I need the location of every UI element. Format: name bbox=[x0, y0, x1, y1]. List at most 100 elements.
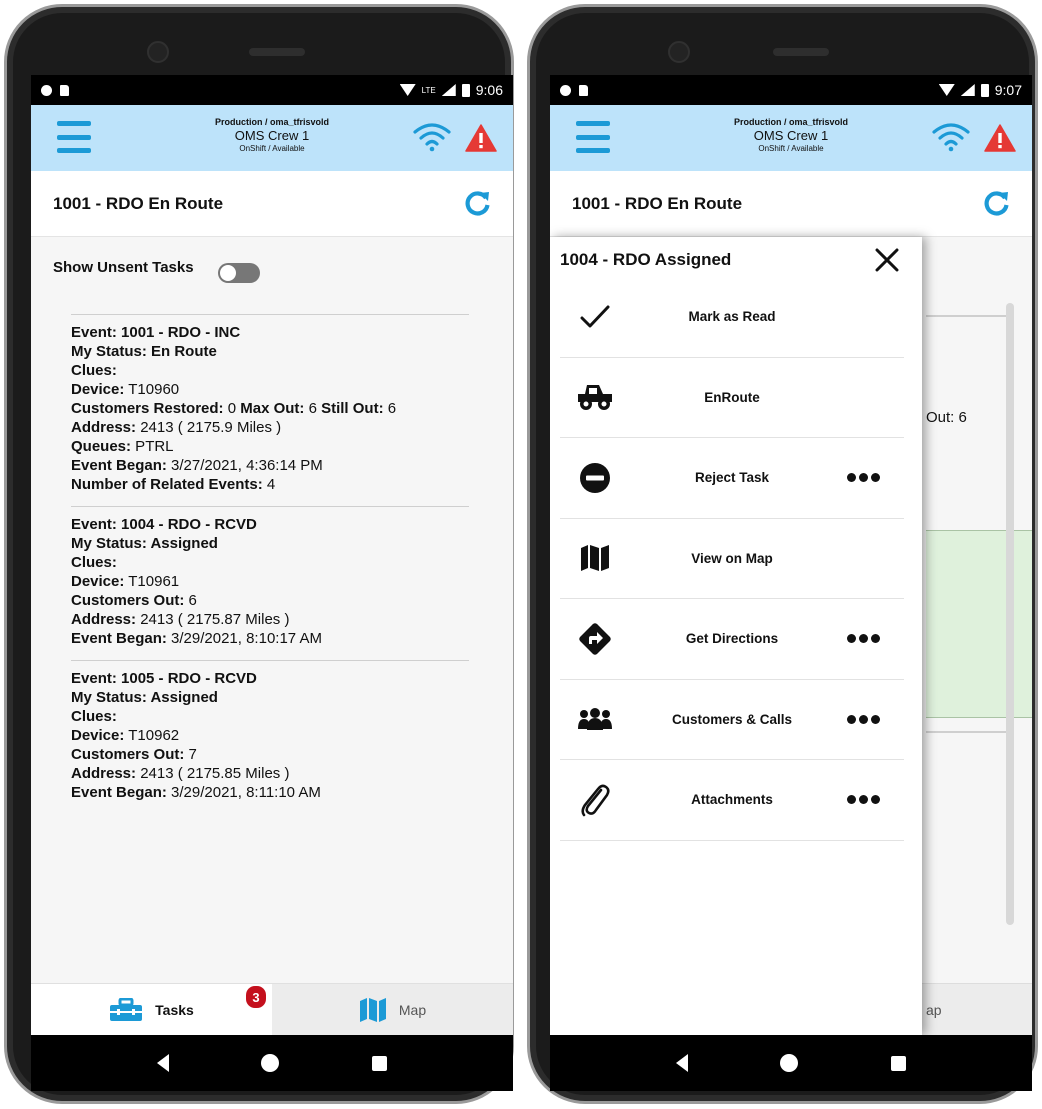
alert-icon[interactable] bbox=[465, 124, 497, 152]
recent-apps-icon[interactable] bbox=[890, 1055, 906, 1071]
menu-item-label: EnRoute bbox=[704, 389, 760, 405]
tab-map-label: ap bbox=[926, 1001, 942, 1018]
close-icon[interactable] bbox=[874, 247, 900, 273]
refresh-icon[interactable] bbox=[465, 190, 491, 216]
paperclip-icon bbox=[560, 782, 630, 818]
notification-icon bbox=[560, 84, 571, 96]
tab-tasks-label: Tasks bbox=[155, 1001, 194, 1018]
drawer-title: 1004 - RDO Assigned bbox=[560, 250, 732, 269]
event-field-label: Customers Restored: bbox=[71, 400, 224, 417]
events-list: Event: 1001 - RDO - INC My Status: En Rou… bbox=[31, 297, 513, 814]
event-card[interactable]: Event: 1001 - RDO - INC My Status: En Rou… bbox=[71, 314, 469, 506]
event-field-label: Event Began: bbox=[71, 457, 167, 474]
show-unsent-toggle[interactable] bbox=[217, 263, 260, 283]
map-icon bbox=[359, 997, 386, 1022]
tab-map[interactable]: Map bbox=[272, 984, 513, 1035]
directions-icon bbox=[560, 621, 630, 657]
event-field-label: Address: bbox=[71, 611, 137, 628]
event-field-value: 3/27/2021, 4:36:14 PM bbox=[166, 457, 323, 474]
event-field-label: Device: bbox=[71, 573, 125, 590]
network-type: LTE bbox=[421, 85, 436, 95]
status-bar: 9:07 bbox=[550, 75, 1032, 105]
more-options-icon[interactable] bbox=[847, 473, 880, 483]
event-field: Event: 1005 - RDO - RCVD bbox=[71, 669, 469, 688]
notification-icon bbox=[41, 84, 52, 96]
event-field-label: Event Began: bbox=[71, 630, 167, 647]
event-field: Address: 2413 ( 2175.9 Miles ) bbox=[71, 418, 469, 437]
event-field-label: Address: bbox=[71, 765, 137, 782]
signal-icon bbox=[441, 84, 456, 96]
menu-item-attachments[interactable]: Attachments bbox=[560, 760, 904, 841]
scrollbar[interactable] bbox=[1006, 303, 1014, 925]
event-field: Event Began: 3/29/2021, 8:11:10 AM bbox=[71, 783, 469, 802]
tab-tasks[interactable]: Tasks 3 bbox=[31, 984, 272, 1035]
still-out-value: Out: 6 bbox=[926, 409, 967, 426]
menu-item-reject-task[interactable]: Reject Task bbox=[560, 438, 904, 519]
menu-item-enroute[interactable]: EnRoute bbox=[560, 358, 904, 438]
menu-item-label: Customers & Calls bbox=[671, 711, 793, 727]
event-field: Device: T10962 bbox=[71, 726, 469, 745]
menu-item-view-on-map[interactable]: View on Map bbox=[560, 519, 904, 599]
event-field: Queues: PTRL bbox=[71, 437, 469, 456]
alert-icon[interactable] bbox=[984, 124, 1016, 152]
refresh-icon[interactable] bbox=[984, 190, 1010, 216]
event-field-label: Event: 1001 - RDO - INC bbox=[71, 324, 241, 341]
event-field-label: My Status: Assigned bbox=[71, 689, 218, 706]
event-field: Clues: bbox=[71, 553, 469, 572]
recent-apps-icon[interactable] bbox=[371, 1055, 387, 1071]
event-card[interactable]: Event: 1005 - RDO - RCVD My Status: Assig… bbox=[71, 660, 469, 814]
event-field: Clues: bbox=[71, 707, 469, 726]
wifi-icon[interactable] bbox=[413, 122, 451, 152]
system-nav-bar bbox=[550, 1035, 1032, 1091]
event-field: Number of Related Events: 4 bbox=[71, 475, 469, 494]
event-field: Address: 2413 ( 2175.87 Miles ) bbox=[71, 610, 469, 629]
event-field-label: Customers Out: bbox=[71, 592, 185, 609]
wifi-icon[interactable] bbox=[932, 122, 970, 152]
home-icon[interactable] bbox=[261, 1054, 280, 1072]
event-field-label: Clues: bbox=[71, 362, 117, 379]
event-field-value: 3/29/2021, 8:11:10 AM bbox=[166, 784, 321, 801]
page-title: 1001 - RDO En Route bbox=[53, 193, 224, 213]
more-options-icon[interactable] bbox=[847, 634, 880, 644]
event-field: My Status: En Route bbox=[71, 342, 469, 361]
event-field: Clues: bbox=[71, 361, 469, 380]
event-field-label: Clues: bbox=[71, 554, 117, 571]
sd-card-icon bbox=[60, 84, 69, 96]
event-field: Device: T10960 bbox=[71, 380, 469, 399]
event-field: Customers Restored: 0 Max Out: 6 Still O… bbox=[71, 399, 469, 418]
back-icon[interactable] bbox=[676, 1054, 689, 1072]
more-options-icon[interactable] bbox=[847, 714, 880, 724]
menu-item-customers-calls[interactable]: Customers & Calls bbox=[560, 680, 904, 760]
event-divider bbox=[926, 315, 1006, 317]
event-field-label: Event: 1005 - RDO - RCVD bbox=[71, 670, 257, 687]
tab-map[interactable]: ap bbox=[920, 983, 1032, 1035]
home-icon[interactable] bbox=[780, 1054, 799, 1072]
event-field-value: T10962 bbox=[124, 727, 180, 744]
event-field-value: 6 bbox=[184, 592, 197, 609]
menu-item-get-directions[interactable]: Get Directions bbox=[560, 599, 904, 680]
menu-item-label: Get Directions bbox=[685, 631, 779, 647]
event-field: My Status: Assigned bbox=[71, 688, 469, 707]
tasks-count-badge: 3 bbox=[246, 986, 266, 1008]
signal-icon bbox=[960, 84, 975, 96]
page-title-bar: 1001 - RDO En Route bbox=[550, 171, 1032, 237]
status-bar: LTE 9:06 bbox=[31, 75, 513, 105]
event-field-label: Device: bbox=[71, 727, 125, 744]
back-icon[interactable] bbox=[157, 1054, 170, 1072]
event-card[interactable]: Event: 1004 - RDO - RCVD My Status: Assig… bbox=[71, 506, 469, 660]
earpiece-speaker bbox=[249, 48, 305, 56]
selected-event-highlight bbox=[926, 530, 1032, 718]
menu-item-label: Reject Task bbox=[694, 470, 770, 486]
menu-item-mark-as-read[interactable]: Mark as Read bbox=[560, 277, 904, 358]
battery-icon bbox=[980, 83, 989, 97]
event-field-value: T10960 bbox=[124, 381, 180, 398]
left-screen: LTE 9:06 Production / oma_tfrisvold OMS … bbox=[31, 75, 513, 1035]
event-field-label: My Status: En Route bbox=[71, 343, 217, 360]
event-field-label: Event Began: bbox=[71, 784, 167, 801]
page-title: 1001 - RDO En Route bbox=[572, 193, 743, 213]
event-field: Event: 1001 - RDO - INC bbox=[71, 323, 469, 342]
event-field-label: Max Out: bbox=[240, 400, 305, 417]
event-field-label: Device: bbox=[71, 381, 125, 398]
task-actions-drawer: 1004 - RDO Assigned Mark as Read EnRoute… bbox=[550, 237, 922, 1035]
more-options-icon[interactable] bbox=[847, 795, 880, 805]
